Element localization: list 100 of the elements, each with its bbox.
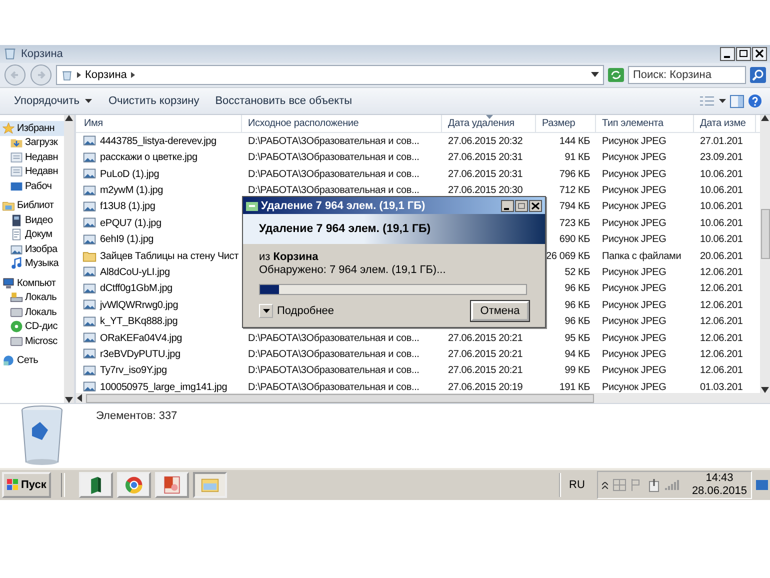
sidebar-item[interactable]: Загрузк — [0, 136, 64, 150]
scrollbar-thumb[interactable] — [86, 394, 594, 403]
file-name-cell: dCtff0g1GbM.jpg — [76, 282, 242, 296]
status-text: Обнаружено: 7 964 элем. (19,1 ГБ)... — [259, 264, 447, 277]
sidebar-item[interactable]: Избранн — [0, 121, 64, 136]
image-file-icon — [82, 380, 97, 394]
expand-button[interactable] — [259, 304, 273, 318]
table-cell-text: 95 КБ — [564, 332, 591, 344]
sidebar-item[interactable]: Видео — [0, 213, 64, 228]
toolbar-button[interactable]: Восстановить все объекты — [209, 92, 358, 110]
scrollbar-thumb[interactable] — [760, 209, 770, 260]
image-file-icon — [82, 298, 97, 312]
caret-icon — [262, 309, 270, 313]
refresh-button[interactable] — [608, 68, 624, 82]
maximize-button[interactable] — [736, 46, 751, 61]
table-cell-text: 10.06.201 — [699, 185, 744, 196]
clock-time: 14:43 — [706, 472, 734, 486]
caret-icon[interactable] — [719, 99, 726, 104]
table-cell-text: 12.06.201 — [699, 348, 744, 360]
table-cell-text: 27.06.2015 20:32 — [447, 136, 524, 147]
column-header[interactable]: Дата удаления — [442, 115, 536, 132]
column-header[interactable]: Имя — [76, 115, 242, 132]
sidebar-item[interactable]: Докум — [0, 228, 64, 242]
table-cell-text: 27.06.2015 20:30 — [447, 185, 524, 196]
search-icon[interactable] — [750, 67, 766, 84]
table-cell-text: 27.06.2015 20:21 — [447, 348, 524, 360]
scrollbar[interactable] — [76, 393, 770, 404]
star-icon — [2, 122, 15, 135]
windows-logo-icon — [7, 479, 19, 492]
breadcrumb[interactable]: Корзина — [85, 69, 127, 82]
cd-icon — [10, 320, 23, 334]
language-indicator[interactable]: RU — [559, 473, 593, 498]
column-header[interactable]: Тип элемента — [596, 115, 694, 132]
chevron-icon — [76, 71, 82, 80]
sidebar-item[interactable]: Сеть — [0, 354, 64, 368]
minimize-button[interactable] — [720, 46, 735, 61]
sidebar-item[interactable]: Недавн — [0, 150, 64, 165]
close-button[interactable] — [752, 46, 767, 61]
table-cell-text: D:\РАБОТА\3Образовательная и сов... — [247, 168, 420, 180]
dropdown-arrow-icon[interactable] — [591, 72, 599, 78]
close-button[interactable] — [529, 200, 542, 212]
scrollbar[interactable] — [760, 115, 770, 394]
sidebar-item[interactable]: Музыка — [0, 256, 64, 272]
image-file-icon — [82, 364, 97, 378]
minimize-button[interactable] — [501, 200, 514, 212]
sort-arrow-icon — [486, 115, 492, 120]
file-name-cell: 6ehI9 (1).jpg — [76, 232, 242, 247]
table-cell-text: 27.06.2015 20:31 — [447, 168, 524, 180]
chevron-up-icon[interactable] — [602, 482, 608, 489]
column-header[interactable]: Дата изме — [694, 115, 756, 132]
table-cell-text: Рисунок JPEG — [601, 266, 668, 278]
details-label[interactable]: Подробнее — [277, 304, 334, 318]
taskbar-button[interactable] — [155, 472, 190, 498]
table-cell-text: D:\РАБОТА\3Образовательная и сов... — [247, 382, 420, 393]
sidebar-item[interactable]: Изобра — [0, 242, 64, 257]
help-icon[interactable] — [748, 94, 762, 108]
column-header[interactable]: Размер — [536, 115, 596, 132]
start-button[interactable]: Пуск — [2, 472, 52, 498]
table-cell-text: 94 КБ — [564, 348, 591, 360]
table-cell-text: D:\РАБОТА\3Образовательная и сов... — [247, 136, 420, 147]
cancel-button[interactable]: Отмена — [471, 301, 529, 321]
toolbar-button[interactable]: Упорядочить — [8, 92, 98, 110]
search-field[interactable]: Поиск: Корзина — [628, 66, 746, 84]
scrollbar[interactable] — [64, 115, 74, 404]
show-desktop-icon[interactable] — [756, 480, 768, 490]
table-cell-text: Рисунок JPEG — [601, 185, 668, 196]
address-bar[interactable]: Корзина — [56, 65, 604, 86]
taskbar-button[interactable] — [117, 472, 152, 498]
item-count: Элементов: 337 — [96, 409, 178, 424]
table-cell-text: D:\РАБОТА\3Образовательная и сов... — [247, 152, 420, 164]
table-cell-text: Рисунок JPEG — [601, 332, 668, 344]
sidebar-item[interactable]: Компьют — [0, 276, 64, 291]
system-drive-icon — [10, 291, 23, 304]
table-cell-text: 26 069 КБ — [545, 250, 591, 262]
column-header[interactable]: Исходное расположение — [242, 115, 442, 132]
table-cell-text: Рисунок JPEG — [601, 201, 668, 212]
file-name-cell: Ty7rv_iso9Y.jpg — [76, 364, 242, 378]
sidebar-item[interactable]: Локаль — [0, 290, 64, 306]
file-name-cell: k_YT_BKq888.jpg — [76, 314, 242, 329]
sidebar-item[interactable]: Локаль — [0, 305, 64, 320]
file-name-cell: ePQU7 (1).jpg — [76, 216, 242, 230]
table-cell-text: 12.06.201 — [699, 283, 744, 294]
sidebar-item[interactable]: Рабоч — [0, 179, 64, 194]
table-cell-text: 27.06.2015 20:31 — [447, 152, 524, 164]
sidebar-item[interactable]: Библиот — [0, 198, 64, 214]
table-cell-text: 23.09.201 — [699, 152, 744, 164]
desktop-icon — [10, 180, 23, 193]
table-cell-text: 12.06.201 — [699, 316, 744, 328]
preview-pane-icon[interactable] — [730, 94, 744, 108]
table-cell-text: Рисунок JPEG — [601, 218, 668, 229]
taskbar-button[interactable] — [79, 472, 114, 498]
table-cell-text: 690 КБ — [558, 234, 591, 246]
table-cell-text: 10.06.201 — [699, 218, 744, 229]
sidebar-item[interactable]: Microsc — [0, 334, 64, 349]
sidebar-item[interactable]: CD-дис — [0, 320, 64, 334]
table-cell-text: Рисунок JPEG — [601, 316, 668, 328]
toolbar-button[interactable]: Очистить корзину — [102, 92, 206, 110]
image-file-icon — [82, 265, 97, 280]
sidebar-item[interactable]: Недавн — [0, 164, 64, 180]
table-cell-text: 10.06.201 — [699, 234, 744, 246]
